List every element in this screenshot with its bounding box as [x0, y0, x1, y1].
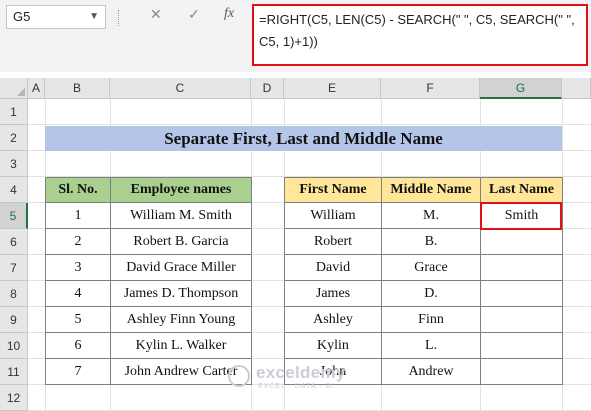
sheet-title: Separate First, Last and Middle Name: [45, 126, 562, 151]
name-table-cell[interactable]: [480, 306, 563, 333]
column-header-b[interactable]: B: [45, 78, 110, 99]
name-table-cell[interactable]: L.: [381, 332, 481, 359]
cancel-icon[interactable]: ✕: [150, 6, 162, 23]
row-header-7[interactable]: 7: [0, 255, 28, 281]
active-cell-highlight[interactable]: [480, 202, 562, 230]
name-table-cell[interactable]: Andrew: [381, 358, 481, 385]
exceldemy-logo-icon: [228, 365, 250, 387]
name-table-cell[interactable]: Ashley: [284, 306, 382, 333]
employee-table-header[interactable]: Sl. No.: [45, 177, 111, 203]
employee-table-cell[interactable]: 4: [45, 280, 111, 307]
name-table-cell[interactable]: [480, 358, 563, 385]
name-table-cell[interactable]: David: [284, 254, 382, 281]
name-table-cell[interactable]: [480, 332, 563, 359]
watermark-logo: exceldemy EXCEL · DATA · BI: [228, 363, 368, 391]
column-header-d[interactable]: D: [251, 78, 284, 99]
enter-icon[interactable]: ✓: [188, 6, 200, 23]
row-header-9[interactable]: 9: [0, 307, 28, 333]
name-box-value: G5: [13, 9, 31, 24]
name-table-cell[interactable]: James: [284, 280, 382, 307]
formula-bar: G5 ▼ ✕ ✓ fx =RIGHT(C5, LEN(C5) - SEARCH(…: [0, 0, 591, 72]
insert-function-icon[interactable]: fx: [224, 6, 234, 22]
name-table-cell[interactable]: [480, 254, 563, 281]
name-table-cell[interactable]: Finn: [381, 306, 481, 333]
column-header-e[interactable]: E: [284, 78, 381, 99]
row-header-10[interactable]: 10: [0, 333, 28, 359]
name-table-header[interactable]: Last Name: [480, 177, 563, 203]
gridline-horizontal: [28, 124, 591, 125]
name-table-cell[interactable]: B.: [381, 228, 481, 255]
employee-table-cell[interactable]: 2: [45, 228, 111, 255]
name-table-cell[interactable]: Robert: [284, 228, 382, 255]
row-header-1[interactable]: 1: [0, 99, 28, 125]
name-table-cell[interactable]: William: [284, 202, 382, 229]
row-header-4[interactable]: 4: [0, 177, 28, 203]
column-header-overflow[interactable]: [562, 78, 591, 99]
employee-table-cell[interactable]: James D. Thompson: [110, 280, 252, 307]
watermark-name: exceldemy: [256, 363, 346, 382]
name-box[interactable]: G5 ▼: [6, 5, 106, 29]
select-all-corner[interactable]: [0, 78, 28, 99]
column-header-g[interactable]: G: [480, 78, 562, 99]
employee-table-cell[interactable]: 5: [45, 306, 111, 333]
employee-table-header[interactable]: Employee names: [110, 177, 252, 203]
employee-table-cell[interactable]: 1: [45, 202, 111, 229]
employee-table-cell[interactable]: Robert B. Garcia: [110, 228, 252, 255]
row-header-8[interactable]: 8: [0, 281, 28, 307]
row-header-6[interactable]: 6: [0, 229, 28, 255]
row-header-2[interactable]: 2: [0, 125, 28, 151]
row-header-3[interactable]: 3: [0, 151, 28, 177]
employee-table-cell[interactable]: Ashley Finn Young: [110, 306, 252, 333]
name-table-header[interactable]: First Name: [284, 177, 382, 203]
name-table-cell[interactable]: [480, 228, 563, 255]
column-header-a[interactable]: A: [28, 78, 45, 99]
watermark-tagline: EXCEL · DATA · BI: [258, 383, 334, 390]
column-header-c[interactable]: C: [110, 78, 251, 99]
formula-input[interactable]: =RIGHT(C5, LEN(C5) - SEARCH(" ", C5, SEA…: [252, 4, 588, 66]
formula-bar-divider: [118, 10, 125, 26]
employee-table-cell[interactable]: William M. Smith: [110, 202, 252, 229]
name-table-cell[interactable]: [480, 280, 563, 307]
employee-table-cell[interactable]: 3: [45, 254, 111, 281]
employee-table-cell[interactable]: 7: [45, 358, 111, 385]
employee-table-cell[interactable]: David Grace Miller: [110, 254, 252, 281]
name-table-cell[interactable]: Kylin: [284, 332, 382, 359]
name-table-cell[interactable]: Grace: [381, 254, 481, 281]
employee-table-cell[interactable]: 6: [45, 332, 111, 359]
name-table-header[interactable]: Middle Name: [381, 177, 481, 203]
name-table-cell[interactable]: M.: [381, 202, 481, 229]
chevron-down-icon[interactable]: ▼: [89, 6, 99, 28]
row-header-5[interactable]: 5: [0, 203, 28, 229]
name-table-cell[interactable]: D.: [381, 280, 481, 307]
row-header-11[interactable]: 11: [0, 359, 28, 385]
employee-table-cell[interactable]: Kylin L. Walker: [110, 332, 252, 359]
row-header-12[interactable]: 12: [0, 385, 28, 411]
column-header-f[interactable]: F: [381, 78, 480, 99]
